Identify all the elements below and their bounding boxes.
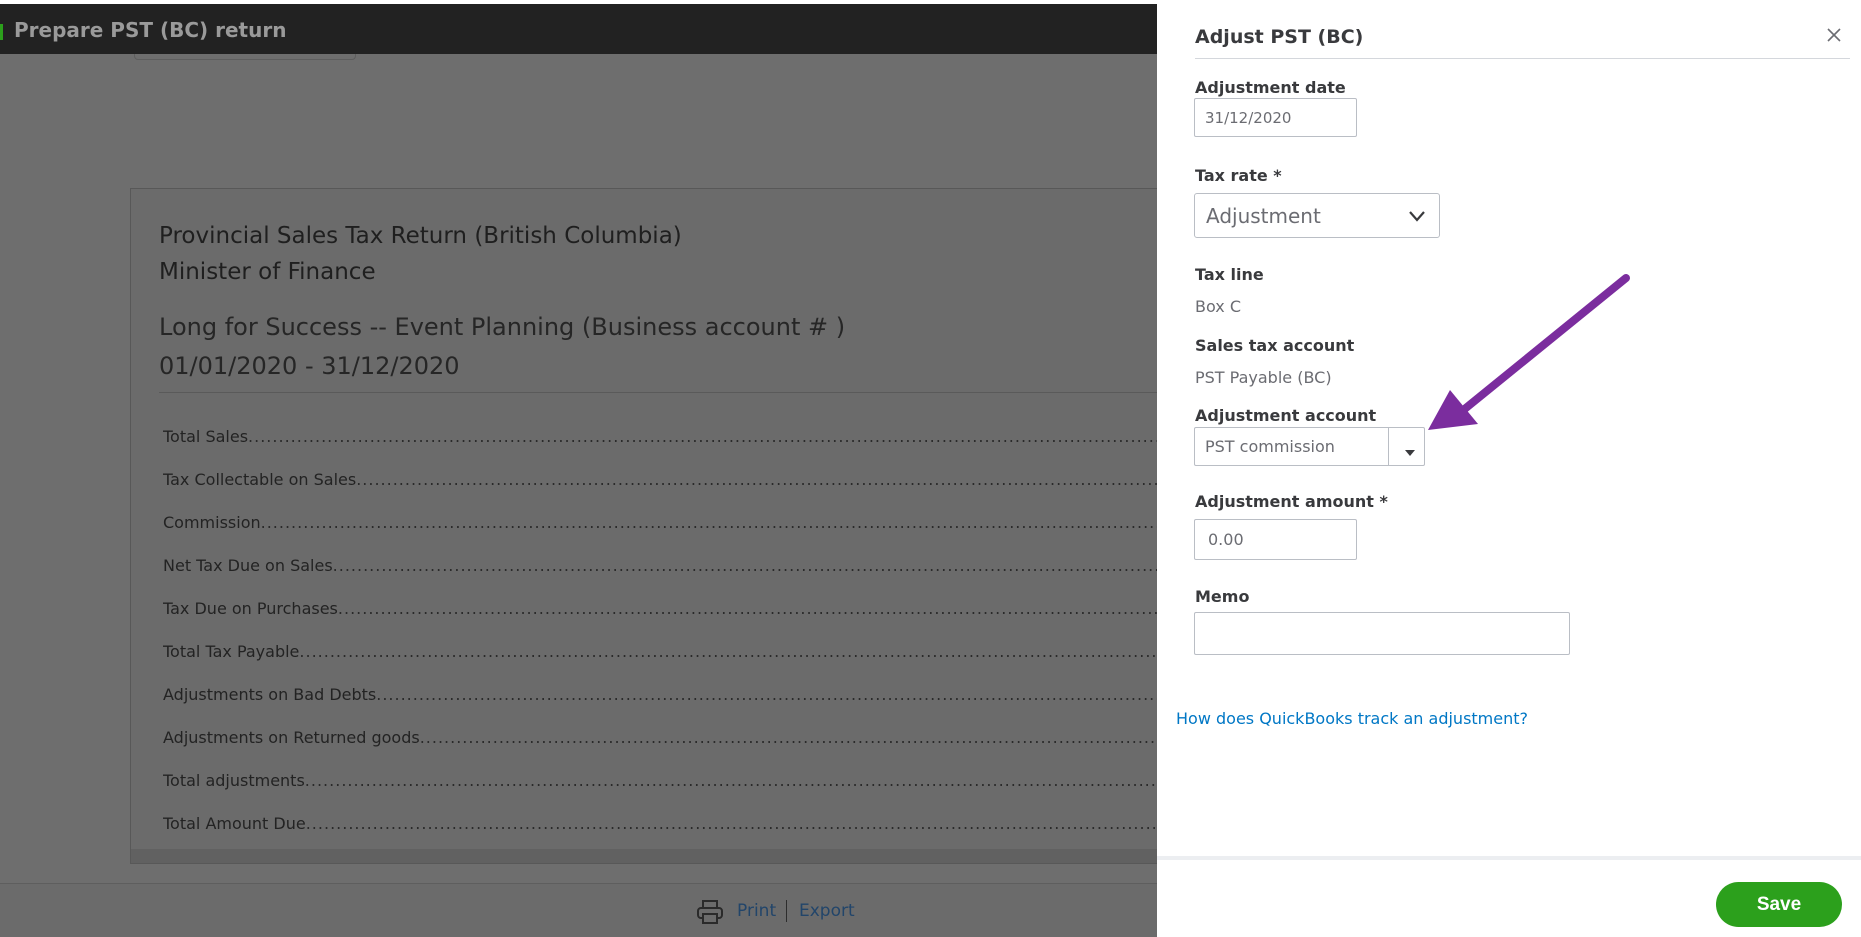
print-link[interactable]: Print [737,901,776,921]
report-line: Total Tax Payable.......................… [163,642,1183,685]
report-line-label: Total adjustments [163,771,305,790]
report-line: Total adjustments.......................… [163,771,1183,814]
panel-title: Adjust PST (BC) [1195,26,1364,48]
report-lines: Total Sales.............................… [163,427,1183,857]
dot-leader: ........................................… [419,728,1183,747]
dot-leader: ........................................… [248,427,1183,446]
report-line-label: Commission [163,513,261,532]
annotation-arrow-icon [1428,274,1630,430]
report-company-line: Long for Success -- Event Planning (Busi… [159,313,846,341]
adjust-pst-panel: Adjust PST (BC) Adjustment date 31/12/20… [1157,4,1861,937]
report-line: Adjustments on Returned goods...........… [163,728,1183,771]
dot-leader: ........................................… [337,599,1183,618]
tax-rate-value: Adjustment [1206,203,1321,228]
report-footer: Print Export [0,883,1160,937]
report-line-label: Adjustments on Returned goods [163,728,420,747]
dot-leader: ........................................… [304,771,1183,790]
top-bar-accent [0,24,3,40]
tax-rate-select[interactable]: Adjustment [1194,193,1440,238]
report-line-label: Total Sales [163,427,249,446]
report-title: Provincial Sales Tax Return (British Col… [159,223,682,249]
report-line-label: Net Tax Due on Sales [163,556,333,575]
report-line-label: Total Amount Due [163,814,306,833]
adjustment-date-label: Adjustment date [1195,78,1346,97]
report-line-label: Adjustments on Bad Debts [163,685,377,704]
tax-line-label: Tax line [1195,265,1264,284]
export-link[interactable]: Export [799,901,855,921]
dot-leader: ........................................… [332,556,1183,575]
chevron-down-icon [1407,206,1427,231]
adjustment-help-link[interactable]: How does QuickBooks track an adjustment? [1176,709,1528,728]
adjustment-amount-field[interactable]: 0.00 [1194,519,1357,560]
report-bottom-band [131,849,1179,863]
adjustment-date-field[interactable]: 31/12/2020 [1194,98,1357,137]
app-root: Prepare PST (BC) return Provincial Sales… [0,0,1861,937]
report-sheet: Provincial Sales Tax Return (British Col… [130,188,1183,864]
ghost-dropdown-edge [134,54,356,60]
report-subtitle: Minister of Finance [159,259,376,285]
footer-separator [786,900,787,922]
adjustment-amount-label: Adjustment amount * [1195,492,1388,511]
adjustment-account-combo[interactable]: PST commission [1194,427,1425,466]
close-icon[interactable] [1823,24,1845,46]
printer-icon[interactable] [697,900,723,928]
memo-field[interactable] [1194,612,1570,655]
report-line: Tax Collectable on Sales................… [163,470,1183,513]
tax-rate-label: Tax rate * [1195,166,1282,185]
save-button[interactable]: Save [1716,882,1842,927]
page-title: Prepare PST (BC) return [14,18,287,42]
report-date-range: 01/01/2020 - 31/12/2020 [159,352,460,380]
adjustment-account-value: PST commission [1205,437,1335,456]
dot-leader: ........................................… [356,470,1183,489]
dot-leader: ........................................… [299,642,1183,661]
sales-tax-account-label: Sales tax account [1195,336,1355,355]
dot-leader: ........................................… [305,814,1183,833]
caret-down-icon[interactable] [1404,442,1416,461]
panel-title-divider [1195,58,1850,59]
report-line: Commission..............................… [163,513,1183,556]
tax-line-value: Box C [1195,297,1241,316]
panel-footer-divider [1157,856,1861,860]
memo-label: Memo [1195,587,1250,606]
report-line-label: Total Tax Payable [163,642,300,661]
report-line: Tax Due on Purchases....................… [163,599,1183,642]
report-line-label: Tax Due on Purchases [163,599,338,618]
combo-divider [1388,428,1389,465]
report-line-label: Tax Collectable on Sales [163,470,357,489]
dot-leader: ........................................… [376,685,1183,704]
report-line: Net Tax Due on Sales....................… [163,556,1183,599]
report-divider [159,392,1179,393]
report-line: Adjustments on Bad Debts................… [163,685,1183,728]
adjustment-account-label: Adjustment account [1195,406,1377,425]
sales-tax-account-value: PST Payable (BC) [1195,368,1332,387]
dot-leader: ........................................… [260,513,1183,532]
report-line: Total Sales.............................… [163,427,1183,470]
